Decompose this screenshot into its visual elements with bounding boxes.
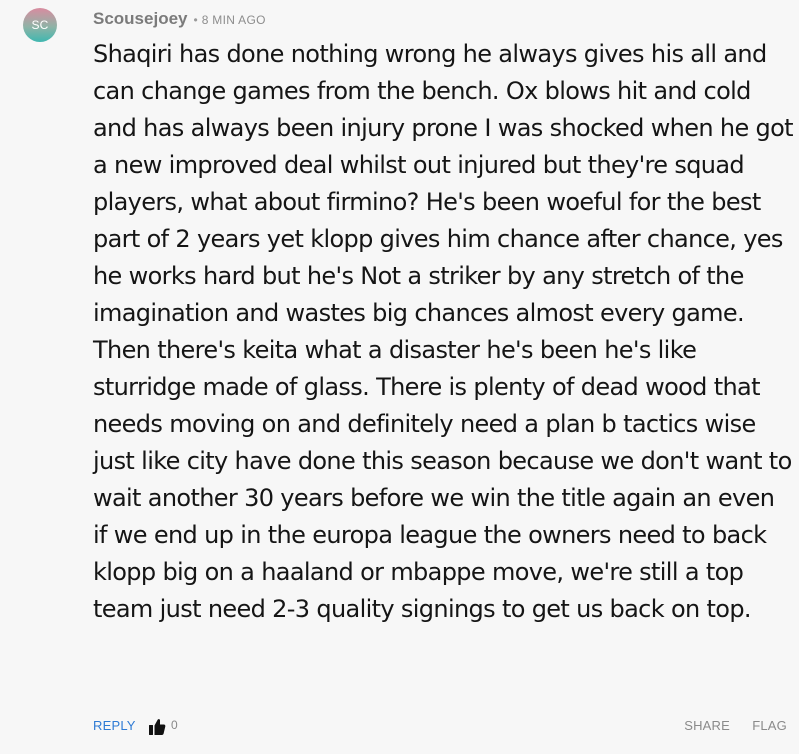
comment-meta: Scousejoey • 8 MIN AGO xyxy=(93,9,266,31)
like-count: 0 xyxy=(171,718,178,732)
username[interactable]: Scousejoey xyxy=(93,9,188,29)
flag-button[interactable]: FLAG xyxy=(752,718,787,733)
thumbs-up-icon[interactable] xyxy=(148,716,166,736)
share-button[interactable]: SHARE xyxy=(684,718,730,733)
timestamp: 8 MIN AGO xyxy=(201,13,266,27)
comment-actions: REPLY 0 SHARE FLAG xyxy=(93,716,787,736)
meta-separator: • xyxy=(193,13,198,27)
comment-body: Shaqiri has done nothing wrong he always… xyxy=(93,40,794,623)
reply-button[interactable]: REPLY xyxy=(93,718,136,733)
thumbs-up-icon-graphic xyxy=(149,719,166,735)
avatar[interactable]: SC xyxy=(23,8,57,42)
comment: SC Scousejoey • 8 MIN AGO Shaqiri has do… xyxy=(0,0,799,754)
